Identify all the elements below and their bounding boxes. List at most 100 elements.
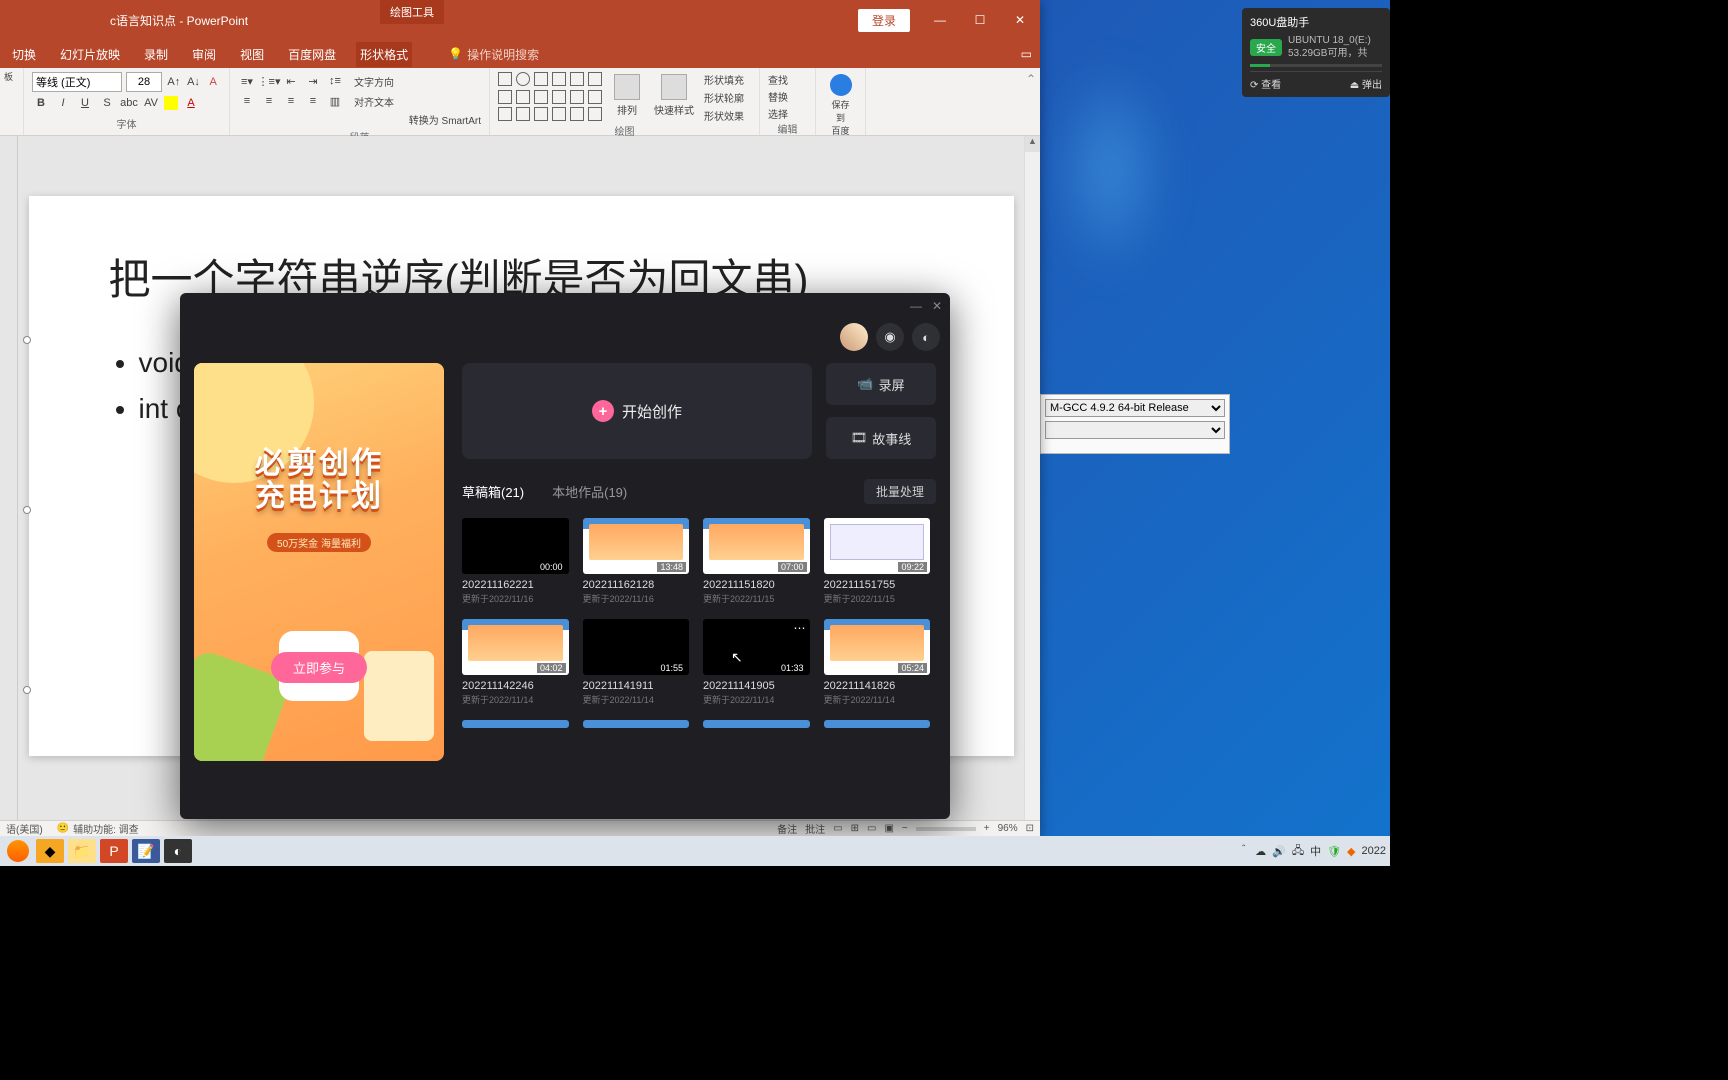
editor-close-icon[interactable]: ✕: [932, 299, 942, 313]
align-right-icon[interactable]: ≡: [282, 92, 300, 110]
project-card[interactable]: [462, 720, 569, 728]
language-indicator[interactable]: 语(美国): [6, 821, 43, 836]
editor-minimize-icon[interactable]: —: [910, 299, 922, 313]
tab-review[interactable]: 审阅: [188, 42, 220, 67]
shape-fill-button[interactable]: 形状填充: [704, 72, 744, 87]
drafts-tab[interactable]: 草稿箱(21): [462, 482, 524, 501]
close-button[interactable]: ✕: [1000, 6, 1040, 34]
tab-transitions[interactable]: 切换: [8, 42, 40, 67]
text-direction-button[interactable]: 文字方向: [354, 74, 394, 89]
tray-cloud-icon[interactable]: ☁: [1255, 845, 1266, 858]
project-more-icon[interactable]: ⋯: [794, 621, 806, 635]
project-thumbnail[interactable]: 01:55: [583, 619, 690, 675]
tab-baidu[interactable]: 百度网盘: [284, 42, 340, 67]
project-thumbnail[interactable]: 04:02: [462, 619, 569, 675]
project-thumbnail[interactable]: [583, 720, 690, 728]
shape-icon[interactable]: [552, 90, 566, 104]
tell-me-search[interactable]: 💡 操作说明搜索: [448, 46, 539, 63]
line-spacing-icon[interactable]: ↕≡: [326, 72, 344, 90]
clock[interactable]: 2022: [1362, 845, 1386, 857]
shape-more-icon[interactable]: [588, 72, 602, 86]
shape-oval-icon[interactable]: [516, 72, 530, 86]
replace-button[interactable]: 替换: [768, 89, 807, 104]
align-center-icon[interactable]: ≡: [260, 92, 278, 110]
secondary-select[interactable]: [1045, 421, 1225, 439]
paste-label[interactable]: 板: [8, 72, 15, 81]
record-screen-button[interactable]: 📹 录屏: [826, 363, 936, 405]
highlight-icon[interactable]: [164, 96, 178, 110]
decrease-font-icon[interactable]: A↓: [186, 73, 202, 91]
start-create-button[interactable]: + 开始创作: [462, 363, 812, 459]
compiler-select[interactable]: M-GCC 4.9.2 64-bit Release: [1045, 399, 1225, 417]
bullets-icon[interactable]: ≡▾: [238, 72, 256, 90]
local-works-tab[interactable]: 本地作品(19): [552, 482, 627, 501]
underline-icon[interactable]: U: [76, 94, 94, 112]
slideshow-view-icon[interactable]: ▣: [884, 823, 893, 834]
header-button-1[interactable]: ◉: [876, 323, 904, 351]
shape-icon[interactable]: [498, 90, 512, 104]
project-card[interactable]: 09:22202211151755更新于2022/11/15: [824, 518, 931, 605]
spacing-icon[interactable]: AV: [142, 94, 160, 112]
ribbon-options-icon[interactable]: ▭: [880, 6, 920, 34]
project-card[interactable]: [824, 720, 931, 728]
batch-process-button[interactable]: 批量处理: [864, 479, 936, 504]
clear-format-icon[interactable]: A: [205, 73, 221, 91]
find-button[interactable]: 查找: [768, 72, 807, 87]
shape-rect-icon[interactable]: [498, 72, 512, 86]
font-size-select[interactable]: [126, 72, 162, 92]
quick-style-button[interactable]: 快速样式: [650, 72, 698, 123]
tray-ime-icon[interactable]: 中: [1310, 843, 1321, 859]
minimize-button[interactable]: —: [920, 6, 960, 34]
italic-icon[interactable]: I: [54, 94, 72, 112]
columns-icon[interactable]: ▥: [326, 92, 344, 110]
shape-icon[interactable]: [516, 107, 530, 121]
textbox-handle[interactable]: [23, 686, 31, 694]
promo-banner[interactable]: 必剪创作 充电计划 50万奖金 海量福利 ╹◡╹ 立即参与: [194, 363, 444, 761]
project-card[interactable]: 01:55202211141911更新于2022/11/14: [583, 619, 690, 706]
project-card[interactable]: 04:02202211142246更新于2022/11/14: [462, 619, 569, 706]
project-thumbnail[interactable]: 05:24: [824, 619, 931, 675]
justify-icon[interactable]: ≡: [304, 92, 322, 110]
usb-eject-button[interactable]: ⏏ 弹出: [1350, 76, 1382, 91]
tab-shape-format[interactable]: 形状格式: [356, 42, 412, 67]
reading-view-icon[interactable]: ▭: [867, 823, 876, 834]
tray-network-icon[interactable]: 🖧: [1292, 842, 1304, 861]
zoom-in-icon[interactable]: +: [984, 823, 990, 834]
scroll-up-icon[interactable]: ▲: [1025, 136, 1040, 152]
windows-taskbar[interactable]: ◆ 📁 P 📝 ◐ ＾ ☁ 🔊 🖧 中 🛡 ◆ 2022: [0, 836, 1390, 866]
accessibility-status[interactable]: 辅助功能: 调查: [73, 821, 139, 836]
zoom-level[interactable]: 96%: [998, 823, 1018, 834]
collapse-ribbon-chevron-icon[interactable]: ⌃: [1022, 68, 1040, 135]
project-card[interactable]: 07:00202211151820更新于2022/11/15: [703, 518, 810, 605]
fit-window-icon[interactable]: ⊡: [1026, 823, 1034, 834]
notes-button[interactable]: 备注: [777, 821, 797, 836]
app-icon[interactable]: ◆: [36, 839, 64, 863]
shape-icon[interactable]: [498, 107, 512, 121]
project-thumbnail[interactable]: 01:33⋯↖: [703, 619, 810, 675]
shape-icon[interactable]: [570, 90, 584, 104]
project-card[interactable]: [583, 720, 690, 728]
textbox-handle[interactable]: [23, 336, 31, 344]
indent-left-icon[interactable]: ⇤: [282, 72, 300, 90]
shape-effect-button[interactable]: 形状效果: [704, 108, 744, 123]
shadow-icon[interactable]: abc: [120, 94, 138, 112]
comments-button[interactable]: 批注: [805, 821, 825, 836]
project-card[interactable]: 13:48202211162128更新于2022/11/16: [583, 518, 690, 605]
vertical-scrollbar[interactable]: ▲: [1024, 136, 1040, 820]
tray-volume-icon[interactable]: 🔊: [1272, 845, 1286, 858]
project-thumbnail[interactable]: 07:00: [703, 518, 810, 574]
thumbnail-pane[interactable]: [0, 136, 18, 820]
collapse-ribbon-icon[interactable]: ▭: [1021, 47, 1032, 61]
shape-icon[interactable]: [552, 107, 566, 121]
indent-right-icon[interactable]: ⇥: [304, 72, 322, 90]
promo-cta-button[interactable]: 立即参与: [271, 652, 367, 683]
storyline-button[interactable]: 🎞 故事线: [826, 417, 936, 459]
tray-security-icon[interactable]: 🛡: [1327, 845, 1341, 858]
tray-app-icon[interactable]: ◆: [1347, 845, 1355, 858]
shape-icon[interactable]: [534, 107, 548, 121]
editor-taskbar-icon[interactable]: ◐: [164, 839, 192, 863]
numbering-icon[interactable]: ⋮≡▾: [260, 72, 278, 90]
tab-record[interactable]: 录制: [140, 42, 172, 67]
zoom-slider[interactable]: [916, 827, 976, 831]
textbox-handle[interactable]: [23, 506, 31, 514]
